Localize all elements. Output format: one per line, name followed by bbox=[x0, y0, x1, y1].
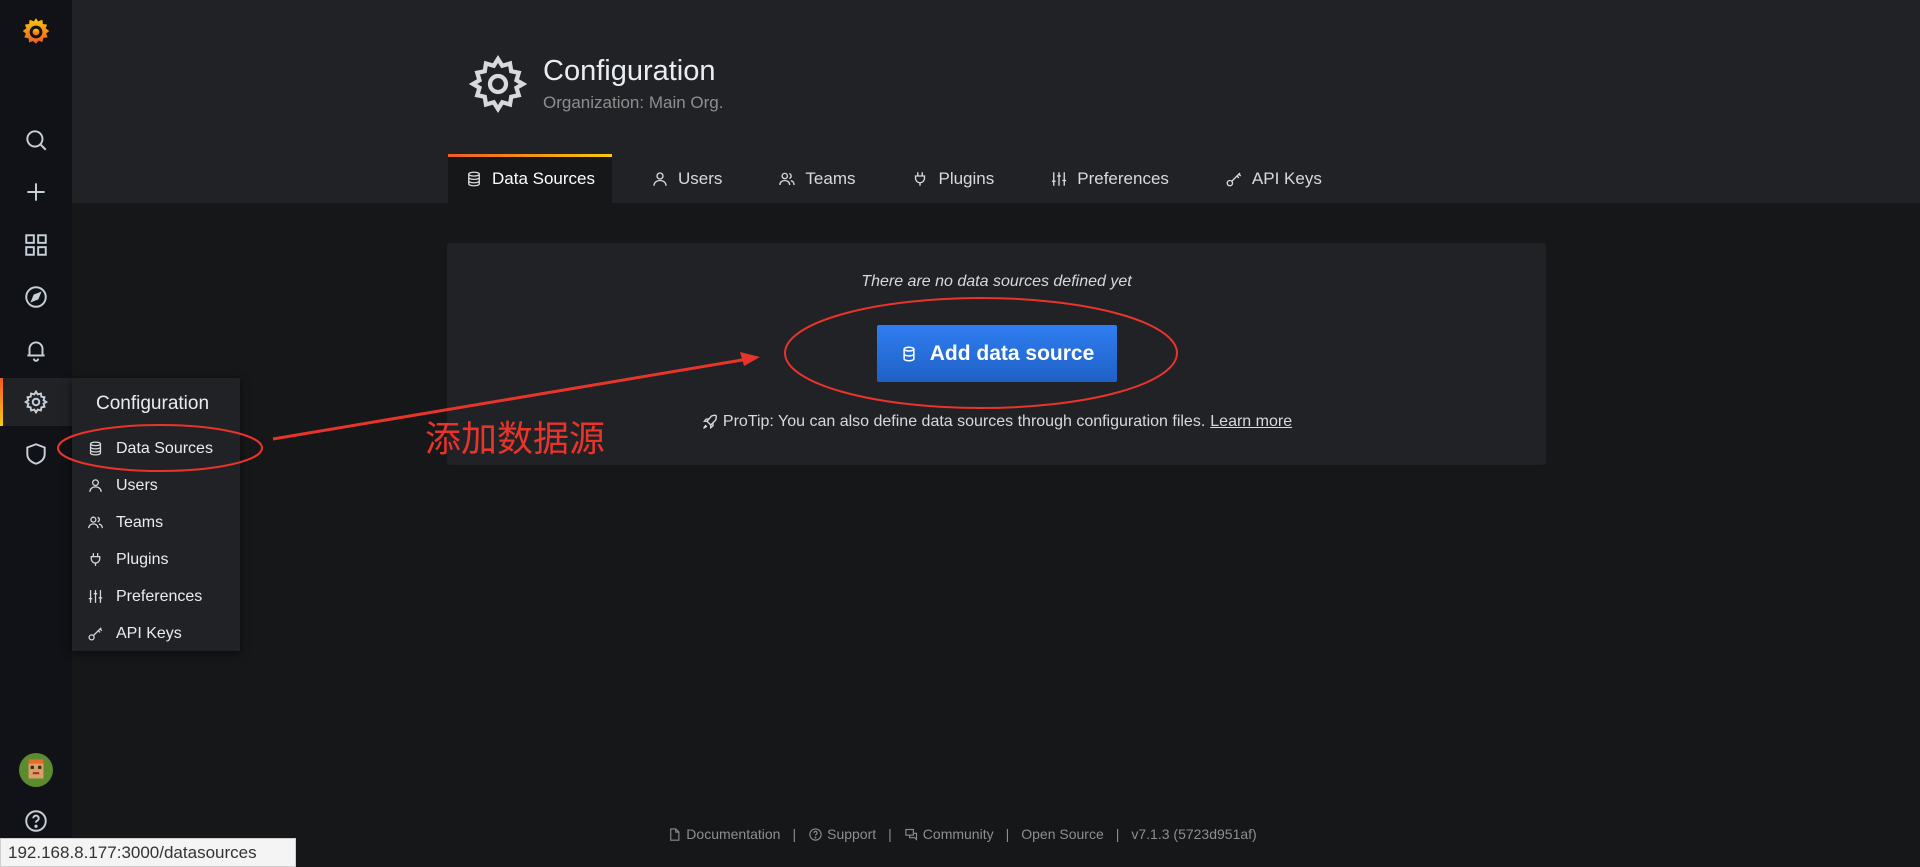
flyout-item-label: Preferences bbox=[116, 587, 203, 605]
footer-version[interactable]: v7.1.3 (5723d951af) bbox=[1131, 826, 1256, 842]
gear-icon bbox=[468, 55, 528, 113]
footer-separator: | bbox=[888, 826, 892, 842]
footer-community-link[interactable]: Community bbox=[904, 826, 994, 842]
key-icon bbox=[88, 627, 103, 641]
footer-support-link[interactable]: Support bbox=[808, 826, 876, 842]
footer-separator: | bbox=[1115, 826, 1120, 842]
tab-label: Preferences bbox=[1077, 168, 1169, 188]
flyout-item-label: API Keys bbox=[116, 624, 182, 642]
flyout-item-teams[interactable]: Teams bbox=[72, 504, 240, 541]
flyout-item-label: Users bbox=[116, 476, 158, 494]
tab-data-sources[interactable]: Data Sources bbox=[448, 154, 612, 203]
sliders-icon bbox=[88, 590, 103, 603]
tab-teams[interactable]: Teams bbox=[761, 154, 872, 203]
flyout-item-label: Data Sources bbox=[116, 439, 213, 457]
tab-label: Data Sources bbox=[492, 168, 595, 188]
footer-version-label: v7.1.3 (5723d951af) bbox=[1131, 826, 1257, 842]
tab-label: Plugins bbox=[938, 168, 995, 188]
avatar[interactable] bbox=[0, 746, 72, 794]
flyout-item-preferences[interactable]: Preferences bbox=[72, 578, 240, 615]
sidebar bbox=[0, 0, 72, 867]
footer-community-label: Community bbox=[922, 826, 994, 842]
footer-support-label: Support bbox=[827, 826, 877, 842]
protip: ProTip: You can also define data sources… bbox=[447, 413, 1546, 431]
shield-icon[interactable] bbox=[0, 430, 72, 478]
grafana-logo-icon[interactable] bbox=[0, 8, 72, 56]
sliders-icon bbox=[1052, 171, 1067, 186]
plug-icon bbox=[915, 171, 926, 186]
flyout-item-plugins[interactable]: Plugins bbox=[72, 541, 240, 578]
plug-icon bbox=[90, 553, 101, 566]
database-icon bbox=[468, 171, 480, 186]
flyout-title[interactable]: Configuration bbox=[72, 378, 240, 430]
dashboards-icon[interactable] bbox=[0, 221, 72, 269]
user-icon bbox=[653, 171, 667, 186]
footer-open-source-link[interactable]: Open Source bbox=[1021, 826, 1104, 842]
footer-separator: | bbox=[792, 826, 797, 842]
flyout-item-users[interactable]: Users bbox=[72, 467, 240, 504]
page-header: Configuration Organization: Main Org. Da… bbox=[72, 0, 1920, 203]
empty-message: There are no data sources defined yet bbox=[861, 273, 1132, 290]
footer-separator: | bbox=[1005, 826, 1010, 842]
annotation-label: 添加数据源 bbox=[425, 419, 606, 460]
gear-icon[interactable] bbox=[0, 378, 72, 426]
status-bar-url: 192.168.8.177:3000/datasources bbox=[0, 838, 296, 867]
bell-icon[interactable] bbox=[0, 326, 72, 374]
tab-label: Teams bbox=[805, 168, 856, 188]
compass-icon[interactable] bbox=[0, 273, 72, 321]
configuration-flyout-menu: Configuration Data Sources Users Teams P… bbox=[72, 378, 240, 651]
tab-api-keys[interactable]: API Keys bbox=[1208, 154, 1339, 203]
footer-documentation-link[interactable]: Documentation bbox=[667, 826, 780, 842]
protip-text: ProTip: You can also define data sources… bbox=[722, 413, 1206, 430]
learn-more-link[interactable]: Learn more bbox=[1210, 413, 1292, 431]
empty-state-panel: There are no data sources defined yet Ad… bbox=[447, 243, 1546, 465]
flyout-item-api-keys[interactable]: API Keys bbox=[72, 615, 240, 652]
search-icon[interactable] bbox=[0, 116, 72, 164]
tab-label: API Keys bbox=[1251, 168, 1322, 188]
users-icon bbox=[779, 172, 796, 185]
tab-users[interactable]: Users bbox=[634, 154, 739, 203]
document-icon bbox=[670, 827, 680, 841]
flyout-item-label: Plugins bbox=[116, 550, 169, 568]
footer-open-source-label: Open Source bbox=[1021, 826, 1104, 842]
comments-icon bbox=[905, 828, 917, 841]
config-tabs: Data Sources Users Teams Plugins Prefere… bbox=[448, 154, 1345, 203]
database-icon bbox=[903, 346, 915, 362]
page-subtitle: Organization: Main Org. bbox=[543, 93, 724, 112]
flyout-item-label: Teams bbox=[116, 513, 164, 531]
plus-icon[interactable] bbox=[0, 168, 72, 216]
tab-label: Users bbox=[678, 168, 723, 188]
add-data-source-label: Add data source bbox=[929, 341, 1095, 365]
flyout-item-data-sources[interactable]: Data Sources bbox=[72, 430, 240, 467]
database-icon bbox=[89, 441, 102, 456]
users-icon bbox=[88, 516, 103, 529]
key-icon bbox=[1226, 172, 1242, 186]
footer-documentation-label: Documentation bbox=[686, 826, 781, 842]
tab-preferences[interactable]: Preferences bbox=[1033, 154, 1186, 203]
page-title: Configuration bbox=[543, 55, 716, 87]
user-icon bbox=[89, 479, 102, 492]
question-circle-icon bbox=[809, 827, 822, 841]
tab-plugins[interactable]: Plugins bbox=[894, 154, 1011, 203]
add-data-source-button[interactable]: Add data source bbox=[877, 325, 1117, 382]
rocket-icon bbox=[702, 414, 717, 430]
